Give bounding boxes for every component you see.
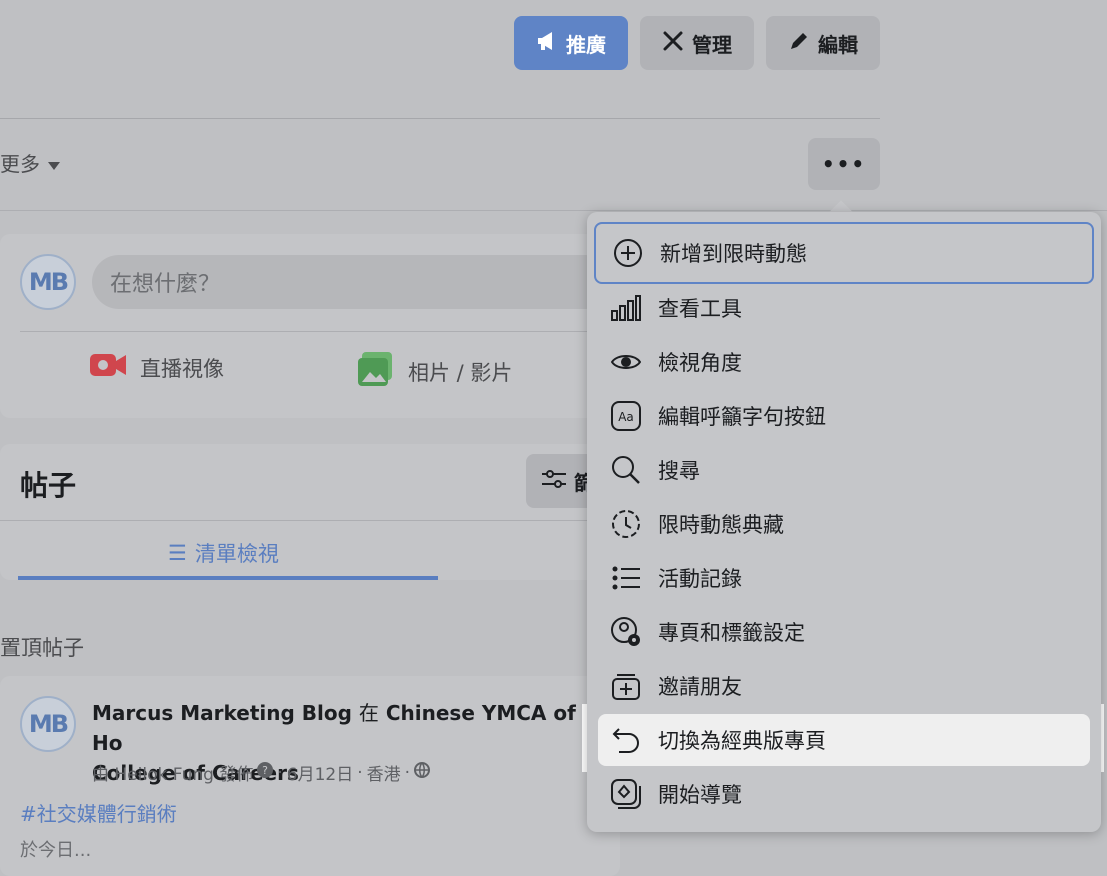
menu-label: 開始導覽 xyxy=(658,783,742,807)
aa-icon: Aa xyxy=(610,400,642,432)
post-place: 香港 xyxy=(366,765,401,785)
active-tab-indicator xyxy=(18,576,438,580)
menu-label: 邀請朋友 xyxy=(658,675,742,699)
list-icon xyxy=(610,562,642,594)
menu-item-switch-classic[interactable]: 切換為經典版專頁 xyxy=(594,713,1094,767)
menu-item-page-settings[interactable]: 專頁和標籤設定 xyxy=(594,605,1094,659)
tabs-divider xyxy=(0,210,1107,211)
archive-clock-icon xyxy=(610,508,642,540)
pencil-icon xyxy=(788,30,810,57)
composer-input[interactable]: 在想什麼？ xyxy=(92,255,612,309)
eye-icon xyxy=(610,346,642,378)
promote-label: 推廣 xyxy=(566,32,606,57)
settings-person-icon xyxy=(610,616,642,648)
list-view-label: 清單檢視 xyxy=(194,542,279,566)
post-hashtag[interactable]: #社交媒體行銷術 xyxy=(20,798,177,827)
composer-divider xyxy=(20,331,600,332)
pinned-posts-label: 置頂帖子 xyxy=(0,636,84,660)
post-at-word: 在 xyxy=(358,701,379,725)
menu-item-view-as[interactable]: 檢視角度 xyxy=(594,335,1094,389)
menu-label: 檢視角度 xyxy=(658,351,742,375)
add-circle-icon xyxy=(612,237,644,269)
svg-text:?: ? xyxy=(262,764,268,777)
avatar[interactable]: MB xyxy=(20,254,76,310)
menu-label: 搜尋 xyxy=(658,459,700,483)
meta-sep-2: · xyxy=(357,762,363,783)
photo-icon xyxy=(358,352,394,391)
header-divider xyxy=(0,118,880,119)
promote-button[interactable]: 推廣 xyxy=(514,16,628,70)
menu-label: 查看工具 xyxy=(658,297,742,321)
post-avatar[interactable]: MB xyxy=(20,696,76,752)
post-date[interactable]: 6月12日 xyxy=(287,760,353,785)
menu-label: 限時動態典藏 xyxy=(658,513,784,537)
menu-item-story-archive[interactable]: 限時動態典藏 xyxy=(594,497,1094,551)
search-icon xyxy=(610,454,642,486)
photo-video-label: 相片 / 影片 xyxy=(408,360,513,385)
post-author-meta: 由 Heilok Fung 發佈 xyxy=(92,765,254,785)
invite-icon xyxy=(610,670,642,702)
edit-button[interactable]: 編輯 xyxy=(766,16,880,70)
post-meta: 由 Heilok Fung 發佈 ? · 6月12日 · 香港 · xyxy=(92,760,431,785)
post-author-link[interactable]: Marcus Marketing Blog xyxy=(92,701,352,725)
sliders-icon xyxy=(542,469,566,494)
help-icon[interactable]: ? xyxy=(257,762,274,783)
more-options-button[interactable]: ••• xyxy=(808,138,880,190)
menu-label: 活動記錄 xyxy=(658,567,742,591)
bar-chart-icon xyxy=(610,292,642,324)
globe-icon xyxy=(414,762,431,783)
posts-title: 帖子 xyxy=(20,469,77,502)
menu-item-invite-friends[interactable]: 邀請朋友 xyxy=(594,659,1094,713)
menu-item-add-to-story[interactable]: 新增到限時動態 xyxy=(594,222,1094,284)
tools-icon xyxy=(662,30,684,57)
caret-down-icon xyxy=(48,151,60,175)
list-icon: ☰ xyxy=(168,541,187,565)
menu-label: 切換為經典版專頁 xyxy=(658,729,826,753)
menu-label: 新增到限時動態 xyxy=(660,242,807,266)
photo-video-button[interactable]: 相片 / 影片 xyxy=(358,352,512,391)
menu-item-view-insights[interactable]: 查看工具 xyxy=(594,281,1094,335)
menu-item-edit-cta[interactable]: Aa 編輯呼籲字句按鈕 xyxy=(594,389,1094,443)
undo-arrow-icon xyxy=(610,724,642,756)
menu-item-start-tour[interactable]: 開始導覽 xyxy=(594,767,1094,821)
menu-item-search[interactable]: 搜尋 xyxy=(594,443,1094,497)
megaphone-icon xyxy=(536,31,558,56)
more-tab-label: 更多 xyxy=(0,152,40,176)
menu-item-activity-log[interactable]: 活動記錄 xyxy=(594,551,1094,605)
menu-label: 編輯呼籲字句按鈕 xyxy=(658,405,826,429)
ellipsis-icon: ••• xyxy=(821,152,867,176)
menu-label: 專頁和標籤設定 xyxy=(658,621,805,645)
manage-label: 管理 xyxy=(692,32,732,57)
video-camera-icon xyxy=(90,352,126,383)
live-video-button[interactable]: 直播視像 xyxy=(90,352,224,383)
manage-button[interactable]: 管理 xyxy=(640,16,754,70)
svg-text:Aa: Aa xyxy=(618,410,634,424)
tour-icon xyxy=(610,778,642,810)
tab-list-view[interactable]: ☰ 清單檢視 xyxy=(168,538,279,568)
post-body-preview: 於今日... xyxy=(20,840,92,861)
meta-sep-3: · xyxy=(404,762,411,783)
edit-label: 編輯 xyxy=(818,32,858,57)
more-tab[interactable]: 更多 xyxy=(0,148,60,177)
meta-sep-1: · xyxy=(277,762,283,783)
posts-divider xyxy=(0,520,620,521)
live-video-label: 直播視像 xyxy=(140,356,224,381)
